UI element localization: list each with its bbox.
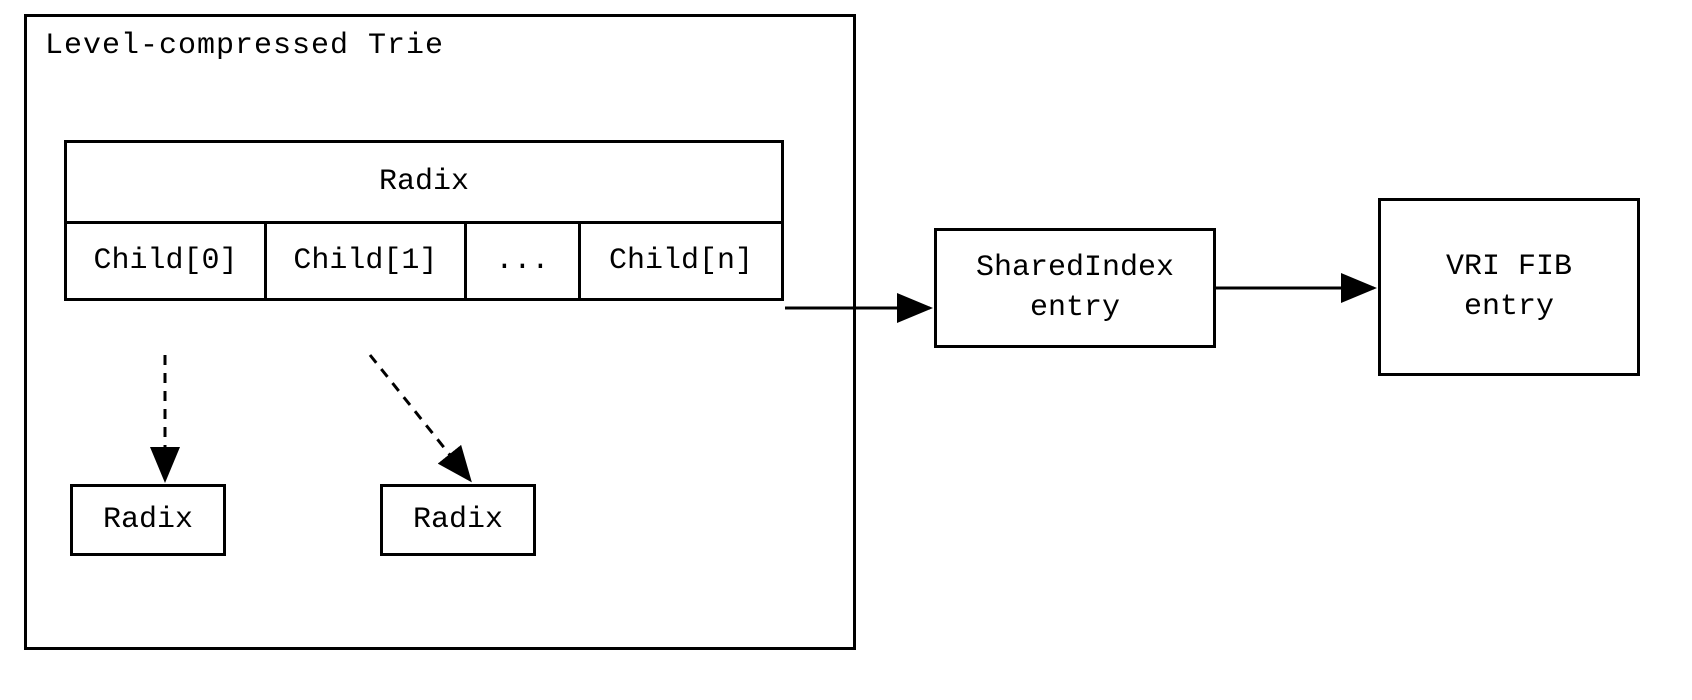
sub-radix-a: Radix [70,484,226,556]
child-n-cell: Child[n] [581,224,781,298]
child-dots-cell: ... [467,224,581,298]
trie-title: Level-compressed Trie [45,29,835,63]
diagram-canvas: Level-compressed Trie Radix Child[0] Chi… [0,0,1692,700]
radix-header: Radix [67,143,781,221]
sharedindex-line2: entry [1030,288,1120,329]
child-0-cell: Child[0] [67,224,267,298]
vri-line2: entry [1464,287,1554,328]
vri-fib-entry-box: VRI FIB entry [1378,198,1640,376]
radix-node-table: Radix Child[0] Child[1] ... Child[n] [64,140,784,301]
shared-index-entry-box: SharedIndex entry [934,228,1216,348]
sharedindex-line1: SharedIndex [976,248,1174,289]
vri-line1: VRI FIB [1446,247,1572,288]
child-1-cell: Child[1] [267,224,467,298]
radix-children-row: Child[0] Child[1] ... Child[n] [67,221,781,298]
sub-radix-b: Radix [380,484,536,556]
